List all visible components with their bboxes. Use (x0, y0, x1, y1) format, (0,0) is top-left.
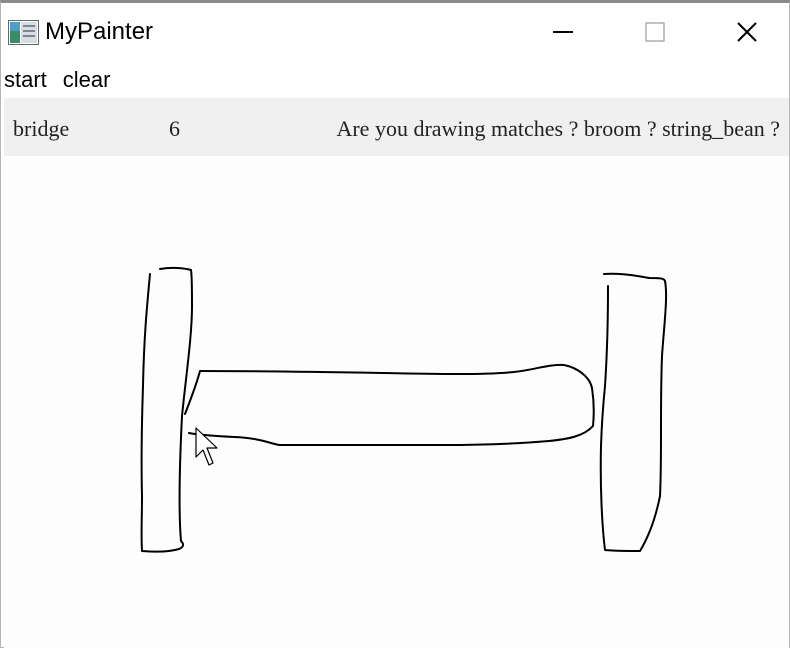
minimize-icon (553, 31, 573, 33)
guess-text: Are you drawing matches ? broom ? string… (336, 116, 780, 141)
close-button[interactable] (701, 3, 790, 61)
info-bar: bridge 6 Are you drawing matches ? broom… (4, 98, 789, 156)
app-window-icon (8, 20, 39, 45)
arrow-cursor-icon (195, 427, 218, 466)
title-bar[interactable]: MyPainter (1, 3, 789, 61)
minimize-button[interactable] (517, 3, 609, 61)
drawing-strokes (140, 266, 668, 553)
drawing-canvas[interactable] (4, 156, 789, 648)
stroke-bridge-deck (188, 363, 595, 447)
stroke-left-pillar (140, 266, 193, 553)
menu-item-start[interactable]: start (2, 63, 49, 97)
stroke-right-pillar (599, 272, 668, 552)
window-title: MyPainter (45, 18, 154, 45)
close-icon (737, 22, 757, 42)
menu-item-clear[interactable]: clear (61, 63, 113, 97)
maximize-icon (645, 22, 665, 42)
maximize-button[interactable] (609, 3, 701, 61)
app-window: MyPainter start clear bridge 6 Are you d… (0, 0, 790, 648)
target-word: bridge (13, 116, 70, 141)
menu-bar: start clear (1, 63, 789, 97)
stroke-count: 6 (169, 116, 180, 141)
